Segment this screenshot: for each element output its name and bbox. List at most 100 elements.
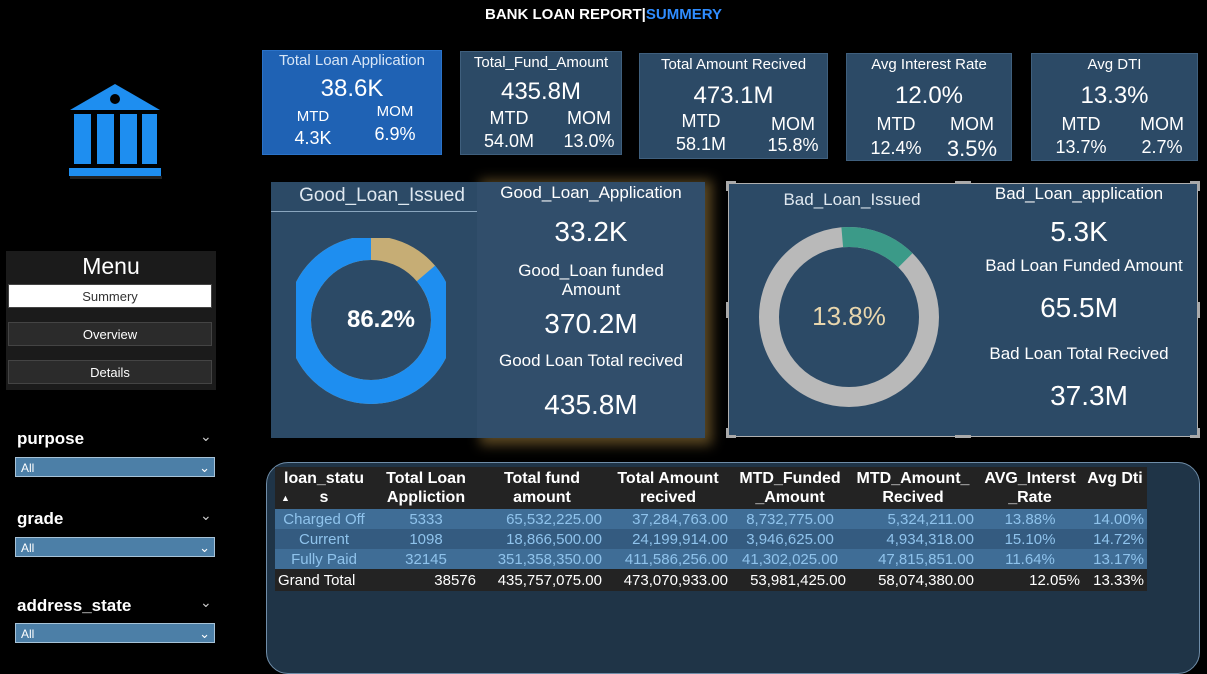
bad-loan-application-label: Bad_Loan_application	[994, 184, 1164, 203]
kpi-total-fund-amount: Total_Fund_Amount 435.8M MTD MOM 54.0M 1…	[460, 51, 622, 155]
chevron-down-icon[interactable]: ⌄	[200, 594, 212, 611]
resize-handle[interactable]	[955, 435, 971, 438]
table-cell: 53,981,425.00	[731, 569, 849, 591]
bad-loan-received-label: Bad Loan Total Recived	[989, 344, 1169, 363]
resize-handle[interactable]	[1197, 302, 1200, 318]
divider	[271, 211, 493, 212]
table-cell: 5333	[373, 509, 479, 529]
menu-item-summery[interactable]: Summery	[8, 284, 212, 308]
chevron-down-icon: ⌄	[199, 540, 210, 555]
table-row: Fully Paid 32145 351,358,350.00 411,586,…	[275, 549, 1147, 569]
kpi-total-loan-application: Total Loan Application 38.6K MTD MOM 4.3…	[262, 50, 442, 155]
kpi-mom-label: MOM	[376, 103, 414, 120]
filter-address-state-select[interactable]: All ⌄	[15, 623, 215, 643]
good-loan-funded-label-2: Amount	[561, 280, 621, 299]
table-cell: 65,532,225.00	[479, 509, 605, 529]
table-cell: Current	[275, 529, 373, 549]
kpi-mom-value: 3.5%	[946, 136, 998, 161]
kpi-mom-label: MOM	[567, 108, 611, 128]
table-cell: 13.88%	[977, 509, 1083, 529]
chevron-down-icon[interactable]: ⌄	[200, 507, 212, 524]
filter-grade-label: grade	[17, 509, 64, 528]
resize-handle[interactable]	[726, 428, 729, 438]
bad-loan-panel: Bad_Loan_Issued 13.8% Bad_Loan_applicati…	[728, 183, 1198, 437]
filter-purpose-select[interactable]: All ⌄	[15, 457, 215, 477]
filter-address-state-label: address_state	[17, 596, 132, 615]
filter-purpose-label: purpose	[17, 429, 85, 448]
chevron-down-icon: ⌄	[199, 460, 210, 475]
menu-item-overview[interactable]: Overview	[8, 322, 212, 346]
column-header-total-loan-application[interactable]: Total Loan Appliction	[373, 467, 479, 509]
bad-loan-funded-value: 65.5M	[1040, 292, 1118, 323]
sort-ascending-icon: ▲	[281, 493, 290, 503]
kpi-mtd-value: 13.7%	[1055, 137, 1107, 157]
table-cell: 435,757,075.00	[479, 569, 605, 591]
table-cell: 32145	[373, 549, 479, 569]
filter-address-state-value: All	[21, 627, 35, 641]
column-header-total-amount-received[interactable]: Total Amount recived	[605, 467, 731, 509]
bad-loan-percent: 13.8%	[812, 301, 886, 331]
chevron-down-icon[interactable]: ⌄	[200, 428, 212, 445]
table-cell: 411,586,256.00	[605, 549, 731, 569]
table-cell: Fully Paid	[275, 549, 373, 569]
kpi-avg-interest-rate: Avg Interest Rate 12.0% MTD MOM 12.4% 3.…	[846, 53, 1012, 161]
table-cell: 473,070,933.00	[605, 569, 731, 591]
kpi-mom-value: 13.0%	[563, 131, 615, 151]
table-cell: 4,934,318.00	[849, 529, 977, 549]
filter-grade-value: All	[21, 541, 35, 555]
kpi-title: Total Amount Recived	[660, 56, 807, 73]
bad-loan-received-value: 37.3M	[1050, 380, 1128, 411]
resize-handle[interactable]	[1197, 181, 1200, 191]
chevron-down-icon: ⌄	[199, 626, 210, 641]
kpi-title: Avg Interest Rate	[871, 56, 987, 73]
column-header-loan-status[interactable]: loan_status ▲	[275, 467, 373, 509]
kpi-mtd-value: 12.4%	[870, 138, 922, 158]
kpi-title: Total_Fund_Amount	[473, 54, 609, 71]
kpi-title: Total Loan Application	[279, 52, 425, 69]
filter-grade-select[interactable]: All ⌄	[15, 537, 215, 557]
menu-title: Menu	[82, 253, 140, 279]
bank-icon	[69, 84, 162, 179]
kpi-value: 12.0%	[894, 82, 964, 109]
kpi-mom-value: 2.7%	[1141, 137, 1183, 157]
report-title-main: BANK LOAN REPORT|	[485, 6, 646, 23]
loan-status-table: loan_status ▲ Total Loan Appliction Tota…	[275, 467, 1147, 591]
table-row: Charged Off 5333 65,532,225.00 37,284,76…	[275, 509, 1147, 529]
good-loan-panel: Good_Loan_Issued 86.2% Good_Loan_Applica…	[271, 182, 705, 438]
kpi-avg-dti: Avg DTI 13.3% MTD MOM 13.7% 2.7%	[1031, 53, 1198, 161]
kpi-mtd-value: 58.1M	[675, 134, 727, 154]
header-label: loan_status	[284, 470, 365, 506]
table-cell: 14.72%	[1083, 529, 1147, 549]
resize-handle[interactable]	[955, 181, 971, 184]
table-total-row: Grand Total 38576 435,757,075.00 473,070…	[275, 569, 1147, 591]
table-cell: 58,074,380.00	[849, 569, 977, 591]
table-cell: 41,302,025.00	[731, 549, 849, 569]
table-cell: 12.05%	[977, 569, 1083, 591]
resize-handle[interactable]	[726, 302, 729, 318]
kpi-value: 435.8M	[500, 78, 582, 105]
menu-item-details[interactable]: Details	[8, 360, 212, 384]
table-cell: 1098	[373, 529, 479, 549]
good-loan-title: Good_Loan_Issued	[299, 185, 465, 206]
report-title: BANK LOAN REPORT|SUMMERY	[0, 6, 1207, 23]
bad-loan-funded-label: Bad Loan Funded Amount	[985, 256, 1183, 275]
table-cell: 13.17%	[1083, 549, 1147, 569]
column-header-total-fund-amount[interactable]: Total fund amount	[479, 467, 605, 509]
resize-handle[interactable]	[1197, 428, 1200, 438]
resize-handle[interactable]	[726, 181, 729, 191]
table-cell: 13.33%	[1083, 569, 1147, 591]
kpi-mom-value: 6.9%	[374, 124, 416, 144]
column-header-avg-interest-rate[interactable]: AVG_Interst _Rate	[977, 467, 1083, 509]
kpi-mom-label: MOM	[1140, 114, 1184, 134]
column-header-mtd-amount-received[interactable]: MTD_Amount_ Recived	[849, 467, 977, 509]
kpi-value: 13.3%	[1080, 82, 1149, 109]
good-loan-funded-label-1: Good_Loan funded	[518, 261, 664, 280]
loan-status-table-container: loan_status ▲ Total Loan Appliction Tota…	[266, 462, 1200, 674]
table-cell: 15.10%	[977, 529, 1083, 549]
kpi-title: Avg DTI	[1087, 56, 1142, 73]
kpi-mtd-label: MTD	[1061, 114, 1101, 134]
column-header-avg-dti[interactable]: Avg Dti	[1083, 467, 1147, 509]
bank-logo	[66, 82, 164, 180]
kpi-value: 38.6K	[320, 75, 384, 102]
column-header-mtd-funded-amount[interactable]: MTD_Funded _Amount	[731, 467, 849, 509]
